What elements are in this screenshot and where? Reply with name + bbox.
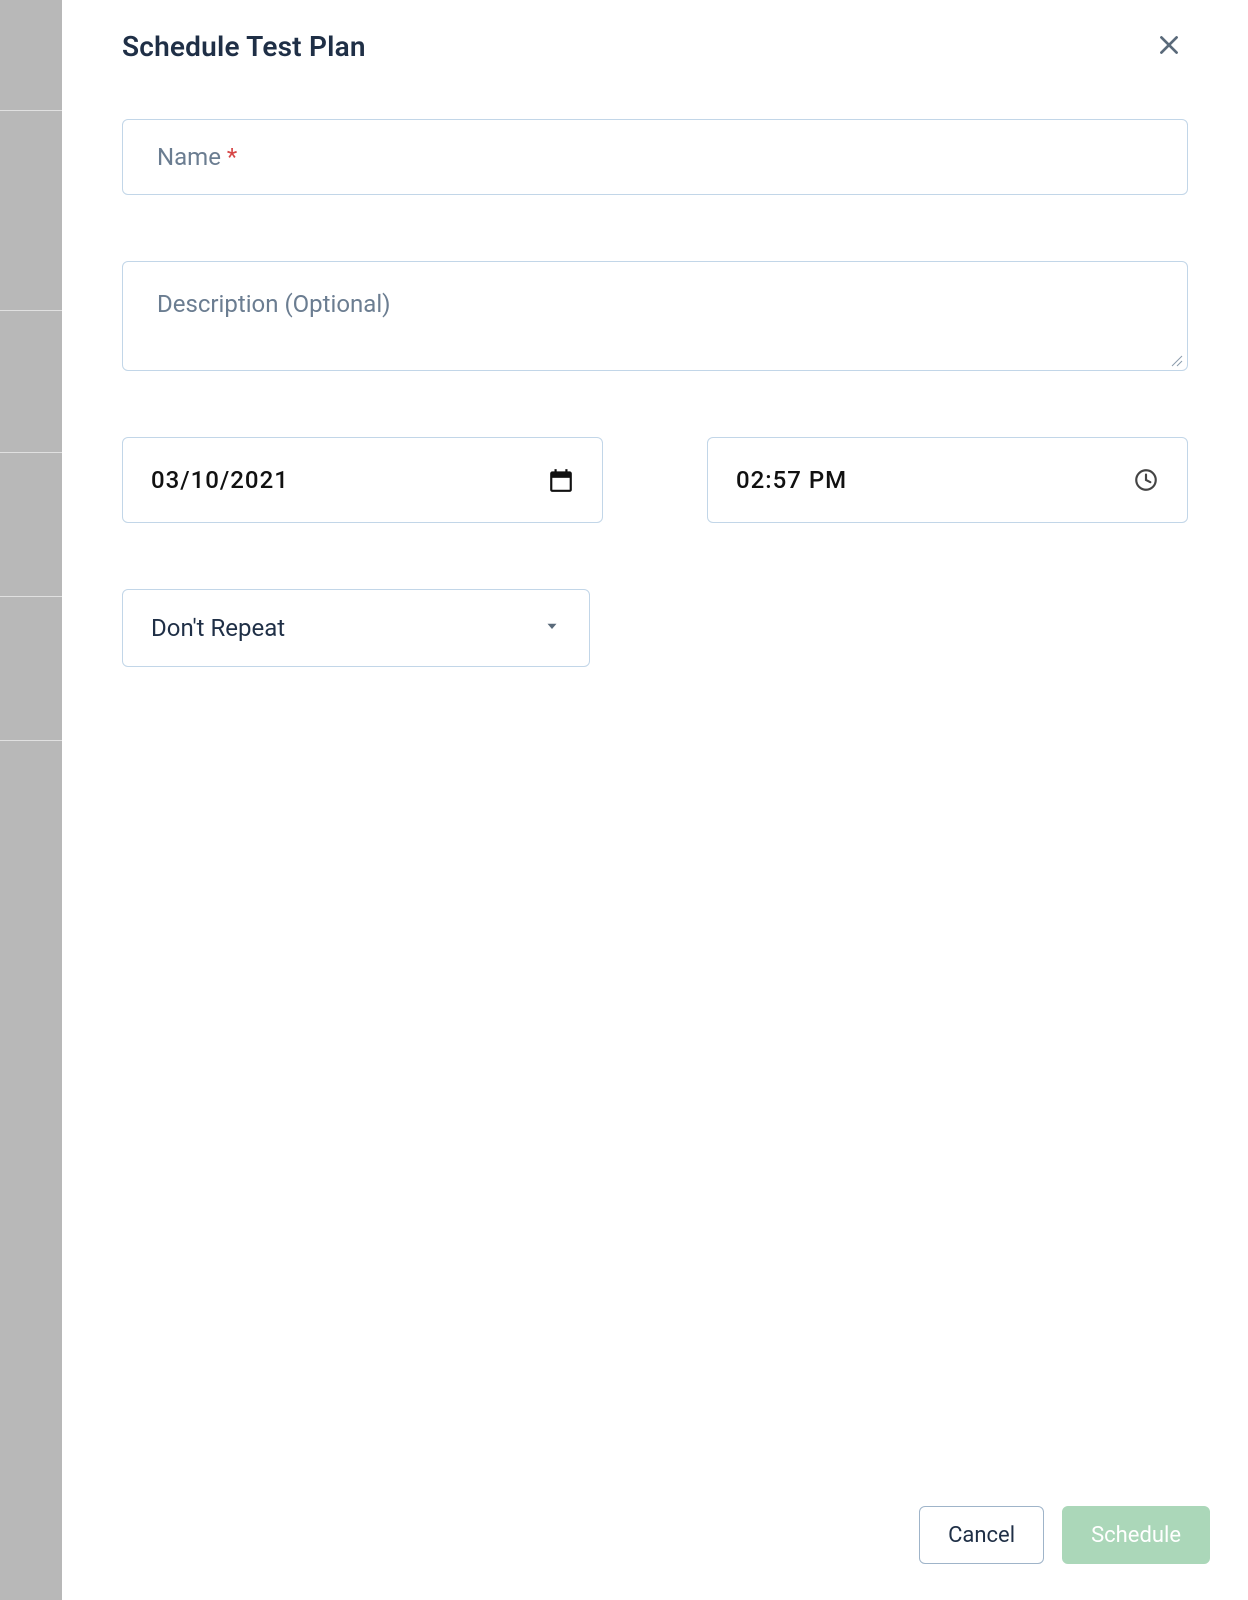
name-input[interactable] — [157, 143, 1153, 171]
calendar-icon — [548, 467, 574, 493]
background-panel — [0, 0, 62, 1600]
datetime-row: 03/10/2021 02:57 PM — [122, 437, 1188, 523]
modal-title: Schedule Test Plan — [122, 30, 366, 63]
repeat-row: Don't Repeat — [122, 589, 1188, 667]
close-icon — [1156, 32, 1182, 61]
resize-handle-icon — [1169, 352, 1183, 366]
modal-header: Schedule Test Plan — [62, 0, 1248, 97]
chevron-down-icon — [543, 617, 561, 639]
schedule-button[interactable]: Schedule — [1062, 1506, 1210, 1564]
repeat-value: Don't Repeat — [151, 614, 285, 642]
date-field[interactable]: 03/10/2021 — [122, 437, 603, 523]
clock-icon — [1133, 467, 1159, 493]
schedule-test-plan-modal: Schedule Test Plan Name * Description (O… — [62, 0, 1248, 1600]
description-input[interactable] — [157, 290, 1153, 354]
repeat-select[interactable]: Don't Repeat — [122, 589, 590, 667]
time-field[interactable]: 02:57 PM — [707, 437, 1188, 523]
time-value: 02:57 PM — [736, 466, 847, 494]
date-value: 03/10/2021 — [151, 466, 289, 494]
cancel-button[interactable]: Cancel — [919, 1506, 1044, 1564]
close-button[interactable] — [1150, 26, 1188, 67]
name-field-wrapper[interactable]: Name * — [122, 119, 1188, 195]
description-field-wrapper[interactable]: Description (Optional) — [122, 261, 1188, 371]
modal-body: Name * Description (Optional) 03/10/2021 — [62, 97, 1248, 1470]
modal-footer: Cancel Schedule — [62, 1470, 1248, 1600]
